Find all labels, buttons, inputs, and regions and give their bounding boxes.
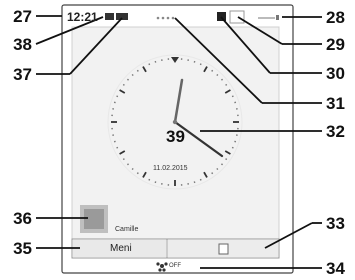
minute-tick (211, 69, 214, 72)
status-icon-3 (217, 12, 226, 21)
status-icon-1 (105, 13, 114, 20)
callout-29: 29 (326, 35, 345, 54)
callout-34: 34 (326, 259, 345, 278)
minute-tick (231, 95, 234, 98)
minute-tick (216, 167, 219, 171)
minute-tick (225, 158, 228, 161)
minute-tick (131, 167, 134, 171)
minute-tick (148, 63, 151, 66)
minute-tick (131, 73, 134, 77)
menu-button-label[interactable]: Meni (110, 243, 132, 254)
minute-tick (231, 146, 234, 149)
clock-center-label: 39 (166, 127, 185, 146)
minute-tick (136, 172, 139, 175)
status-icon-4 (229, 10, 245, 24)
minute-tick (148, 178, 151, 181)
footer-label: OFF (169, 263, 181, 269)
clock-date: 11.02.2015 (153, 165, 188, 172)
minute-tick (220, 78, 224, 81)
minute-tick (199, 63, 202, 66)
callout-35: 35 (13, 239, 32, 258)
minute-tick (122, 83, 125, 86)
callout-37: 37 (13, 65, 32, 84)
minute-tick (126, 78, 130, 81)
contact-name: Camille (115, 226, 139, 233)
minute-tick (126, 163, 130, 166)
minute-tick (216, 73, 219, 77)
minute-tick (211, 172, 214, 175)
minute-tick (220, 163, 224, 166)
callout-36: 36 (13, 209, 32, 228)
minute-tick (199, 178, 202, 181)
callout-38: 38 (13, 35, 32, 54)
callout-33: 33 (326, 214, 345, 233)
minute-tick (122, 158, 125, 161)
callout-30: 30 (326, 64, 345, 83)
minute-tick (116, 146, 119, 149)
status-time: 12:21 (67, 10, 98, 24)
callout-27: 27 (13, 7, 32, 26)
minute-tick (116, 95, 119, 98)
minute-tick (136, 69, 139, 72)
square-icon (218, 243, 229, 255)
minute-tick (225, 83, 228, 86)
callout-28: 28 (326, 8, 345, 27)
callout-31: 31 (326, 94, 345, 113)
callout-32: 32 (326, 122, 345, 141)
